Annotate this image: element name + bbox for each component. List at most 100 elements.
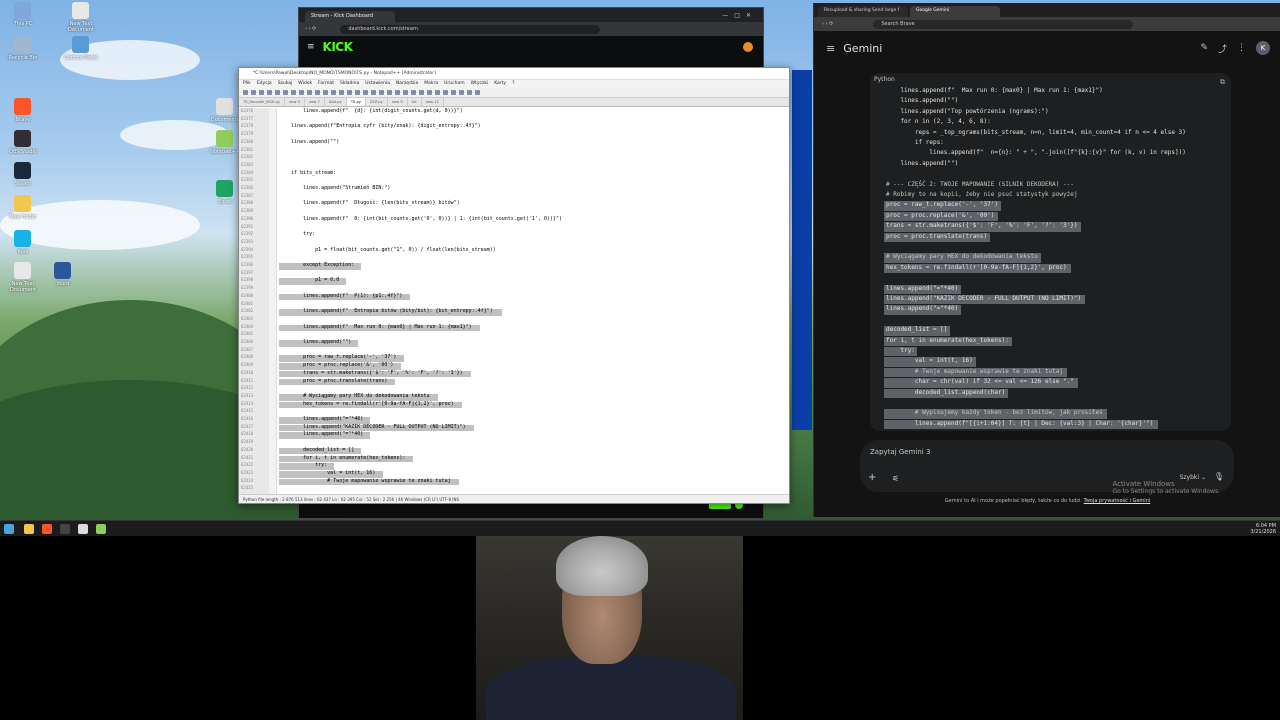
add-icon[interactable]: +	[868, 472, 876, 483]
app-icon	[14, 130, 31, 147]
window-controls[interactable]: —□✕	[722, 12, 763, 19]
nav-icon[interactable]: ‹ › ⟳	[822, 21, 833, 27]
line-number: 62377	[241, 115, 254, 121]
menu-item[interactable]: Ustawienia	[365, 81, 390, 86]
menu-item[interactable]: Makra	[424, 81, 438, 86]
code-line: lines.append("="*40)	[279, 431, 364, 438]
file-tab[interactable]: AAA.py	[325, 98, 347, 106]
brave-icon[interactable]	[42, 524, 52, 534]
menu-item[interactable]: Karty	[494, 81, 506, 86]
menu-item[interactable]: Edycja	[257, 81, 272, 86]
file-tab[interactable]: TS_Decoder_KICK.py	[239, 98, 286, 106]
toolbar-icon[interactable]	[451, 90, 456, 95]
copy-icon[interactable]: ⧉	[1220, 75, 1225, 89]
toolbar-icon[interactable]	[355, 90, 360, 95]
menu-item[interactable]: Składnia	[340, 81, 359, 86]
npp-editor[interactable]: 62376 62377 62378 62379 62380 62381 62382 62383…	[239, 108, 789, 494]
toolbar-icon[interactable]	[331, 90, 336, 95]
toolbar-icon[interactable]	[251, 90, 256, 95]
clock[interactable]: 6:04 PM 3/21/2026	[1250, 523, 1276, 535]
file-tab[interactable]: txt	[408, 98, 422, 106]
file-tab[interactable]: new 9	[388, 98, 408, 106]
toolbar-icon[interactable]	[283, 90, 288, 95]
menu-item[interactable]: ?	[512, 81, 514, 86]
line-number: 62384	[241, 169, 254, 175]
toolbar-icon[interactable]	[363, 90, 368, 95]
hamburger-icon[interactable]: ≡	[826, 42, 835, 55]
toolbar-icon[interactable]	[275, 90, 280, 95]
obs-icon[interactable]	[60, 524, 70, 534]
toolbar-icon[interactable]	[259, 90, 264, 95]
mode-selector[interactable]: Szybki ⌄	[1180, 474, 1206, 481]
menu-item[interactable]: Format	[318, 81, 334, 86]
notepadpp-icon[interactable]	[96, 524, 106, 534]
line-number: 62411	[241, 377, 254, 383]
toolbar-icon[interactable]	[467, 90, 472, 95]
avatar[interactable]	[743, 42, 753, 52]
toolbar-icon[interactable]	[299, 90, 304, 95]
tools-icon[interactable]: ⚟	[892, 474, 899, 483]
mic-icon[interactable]: 🎙	[1214, 472, 1224, 481]
line-number: 62412	[241, 385, 254, 391]
toolbar-icon[interactable]	[387, 90, 392, 95]
prompt-input[interactable]: Zapytaj Gemini 3	[870, 448, 930, 456]
taskbar-app-icon[interactable]	[78, 524, 88, 534]
file-tab[interactable]: new 7	[305, 98, 325, 106]
gemini-url-field[interactable]: Search Brave	[873, 19, 1134, 29]
menu-item[interactable]: Widok	[298, 81, 312, 86]
share-icon[interactable]: ⤴	[1218, 42, 1227, 55]
toolbar-icon[interactable]	[315, 90, 320, 95]
toolbar-icon[interactable]	[475, 90, 480, 95]
toolbar-icon[interactable]	[307, 90, 312, 95]
avatar[interactable]: K	[1256, 41, 1270, 55]
toolbar-icon[interactable]	[243, 90, 248, 95]
toolbar-icon[interactable]	[419, 90, 424, 95]
toolbar-icon[interactable]	[411, 90, 416, 95]
desktop-icon[interactable]: New folder	[0, 195, 46, 235]
menu-item[interactable]: Uruchom	[444, 81, 464, 86]
toolbar-icon[interactable]	[395, 90, 400, 95]
toolbar-icon[interactable]	[379, 90, 384, 95]
privacy-link[interactable]: Twoja prywatność i Gemini	[1084, 498, 1151, 504]
file-tab[interactable]: new 12	[422, 98, 444, 106]
file-tab[interactable]: TS.py	[346, 98, 366, 106]
code-line: lines.append("KAZIK DECODER - FULL OUTPU…	[886, 295, 1082, 302]
start-icon[interactable]	[4, 524, 14, 534]
menu-item[interactable]: Narzędzia	[396, 81, 418, 86]
browser-tab[interactable]: Recupload & sharing Send large f	[818, 6, 908, 17]
menu-item[interactable]: Szukaj	[278, 81, 293, 86]
kick-tab[interactable]: Stream - Kick Dashboard	[305, 11, 395, 22]
edit-icon[interactable]: ✎	[1200, 43, 1208, 53]
desktop-icon[interactable]: Word	[40, 262, 86, 302]
file-tab[interactable]: new 3	[285, 98, 305, 106]
gemini-tab-strip: Recupload & sharing Send large f Google …	[814, 3, 1280, 17]
toolbar-icon[interactable]	[435, 90, 440, 95]
toolbar-icon[interactable]	[347, 90, 352, 95]
toolbar-icon[interactable]	[339, 90, 344, 95]
desktop-icon[interactable]: Recycle Bin	[0, 36, 46, 76]
toolbar-icon[interactable]	[403, 90, 408, 95]
tab-title: Google Gemini	[916, 8, 950, 13]
toolbar-icon[interactable]	[371, 90, 376, 95]
file-tab[interactable]: ZZZ.py	[366, 98, 388, 106]
toolbar-icon[interactable]	[443, 90, 448, 95]
menu-item[interactable]: Wtyczki	[471, 81, 489, 86]
browser-tab-active[interactable]: Google Gemini	[910, 6, 1000, 17]
app-icon	[72, 36, 89, 53]
toolbar-icon[interactable]	[427, 90, 432, 95]
menu-item[interactable]: Plik	[243, 81, 251, 86]
code-line: lines.append(f" P(1): {p1:.4f}")	[279, 292, 403, 299]
hamburger-icon[interactable]: ≡	[307, 42, 315, 52]
kick-url-field[interactable]: dashboard.kick.com/stream	[340, 24, 601, 34]
line-number: 62388	[241, 200, 254, 206]
back-icon[interactable]: ‹ › ⟳	[305, 26, 316, 32]
line-number: 62422	[241, 462, 254, 468]
toolbar-icon[interactable]	[267, 90, 272, 95]
desktop-icon[interactable]: Control Panel	[58, 36, 104, 76]
toolbar-icon[interactable]	[459, 90, 464, 95]
more-icon[interactable]: ⋮	[1237, 43, 1246, 53]
kick-logo[interactable]: KICK	[323, 40, 353, 54]
toolbar-icon[interactable]	[323, 90, 328, 95]
explorer-icon[interactable]	[24, 524, 34, 534]
toolbar-icon[interactable]	[291, 90, 296, 95]
